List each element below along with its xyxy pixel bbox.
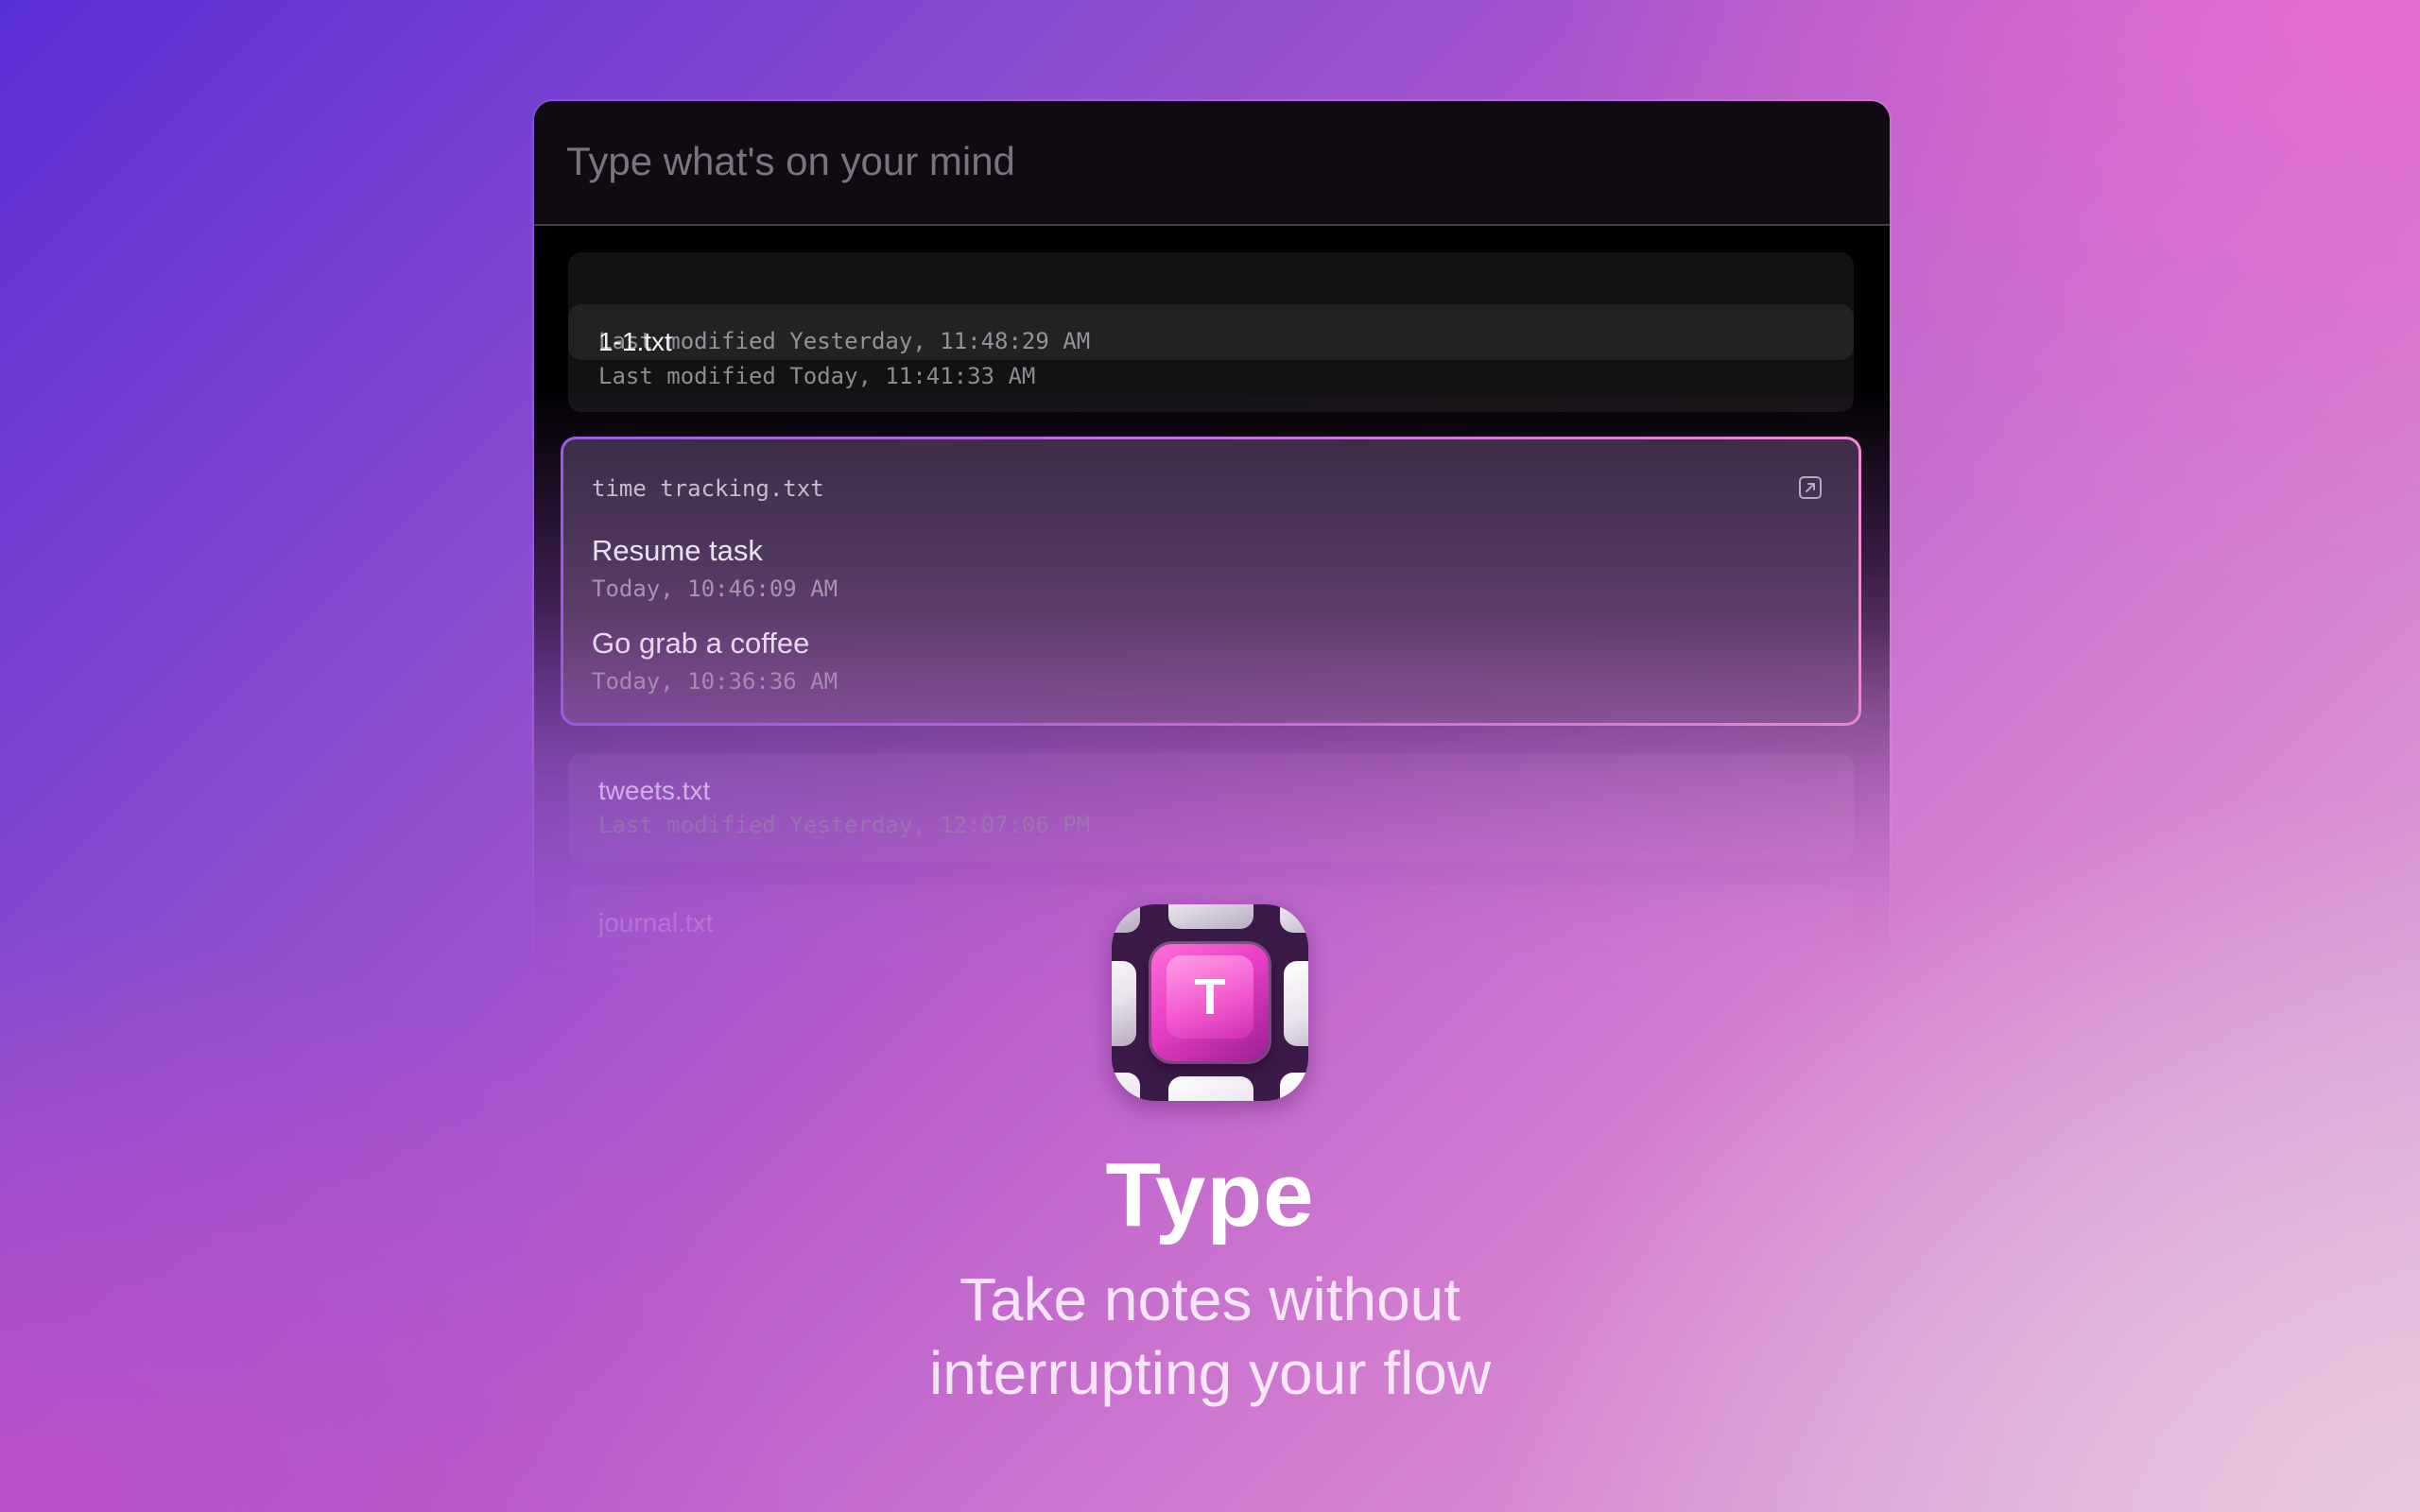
key-right (1284, 961, 1308, 1046)
tagline: Take notes without interrupting your flo… (0, 1263, 2420, 1410)
entry-text: Go grab a coffee (592, 627, 810, 660)
file-name: tweets.txt (598, 776, 711, 805)
selected-card-body: time tracking.txt Resume task Today, 10:… (563, 439, 1858, 723)
file-list: Last modified Yesterday, 11:48:29 AM 1-1… (534, 101, 1890, 989)
app-name: Type (1105, 1144, 1315, 1246)
file-meta: Last modified Today, 11:41:33 AM (598, 363, 1036, 389)
entry-time: Today, 10:36:36 AM (592, 668, 838, 695)
launcher-window: Last modified Yesterday, 11:48:29 AM 1-1… (532, 99, 1892, 991)
center-key: T (1151, 944, 1269, 1061)
file-item-time-tracking[interactable]: time tracking.txt Resume task Today, 10:… (561, 437, 1861, 726)
key-left (1112, 961, 1136, 1046)
key-bottom (1168, 1076, 1253, 1101)
selected-file-name: time tracking.txt (592, 475, 824, 502)
app-icon-letter: T (1194, 969, 1226, 1025)
file-name: 1-1.txt (598, 327, 672, 356)
search-input[interactable] (566, 135, 1795, 188)
key-top-right (1280, 904, 1308, 933)
tagline-line-1: Take notes without (959, 1265, 1461, 1333)
key-bottom-left (1112, 1073, 1140, 1101)
tagline-line-2: interrupting your flow (928, 1339, 1492, 1407)
search-bar (534, 101, 1890, 226)
center-key-cap: T (1167, 955, 1253, 1039)
open-external-icon[interactable] (1798, 475, 1823, 500)
file-item-tweets[interactable]: tweets.txt Last modified Yesterday, 12:0… (568, 753, 1854, 861)
file-meta: Last modified Yesterday, 12:07:06 PM (598, 812, 1091, 838)
key-top-left (1112, 904, 1140, 933)
file-item-1-1[interactable]: 1-1.txt Last modified Today, 11:41:33 AM (568, 304, 1854, 412)
app-icon: T (1112, 904, 1308, 1101)
entry-text: Resume task (592, 534, 763, 567)
entry-time: Today, 10:46:09 AM (592, 576, 838, 602)
key-top (1168, 904, 1253, 929)
file-name: journal.txt (598, 908, 714, 937)
key-bottom-right (1280, 1073, 1308, 1101)
